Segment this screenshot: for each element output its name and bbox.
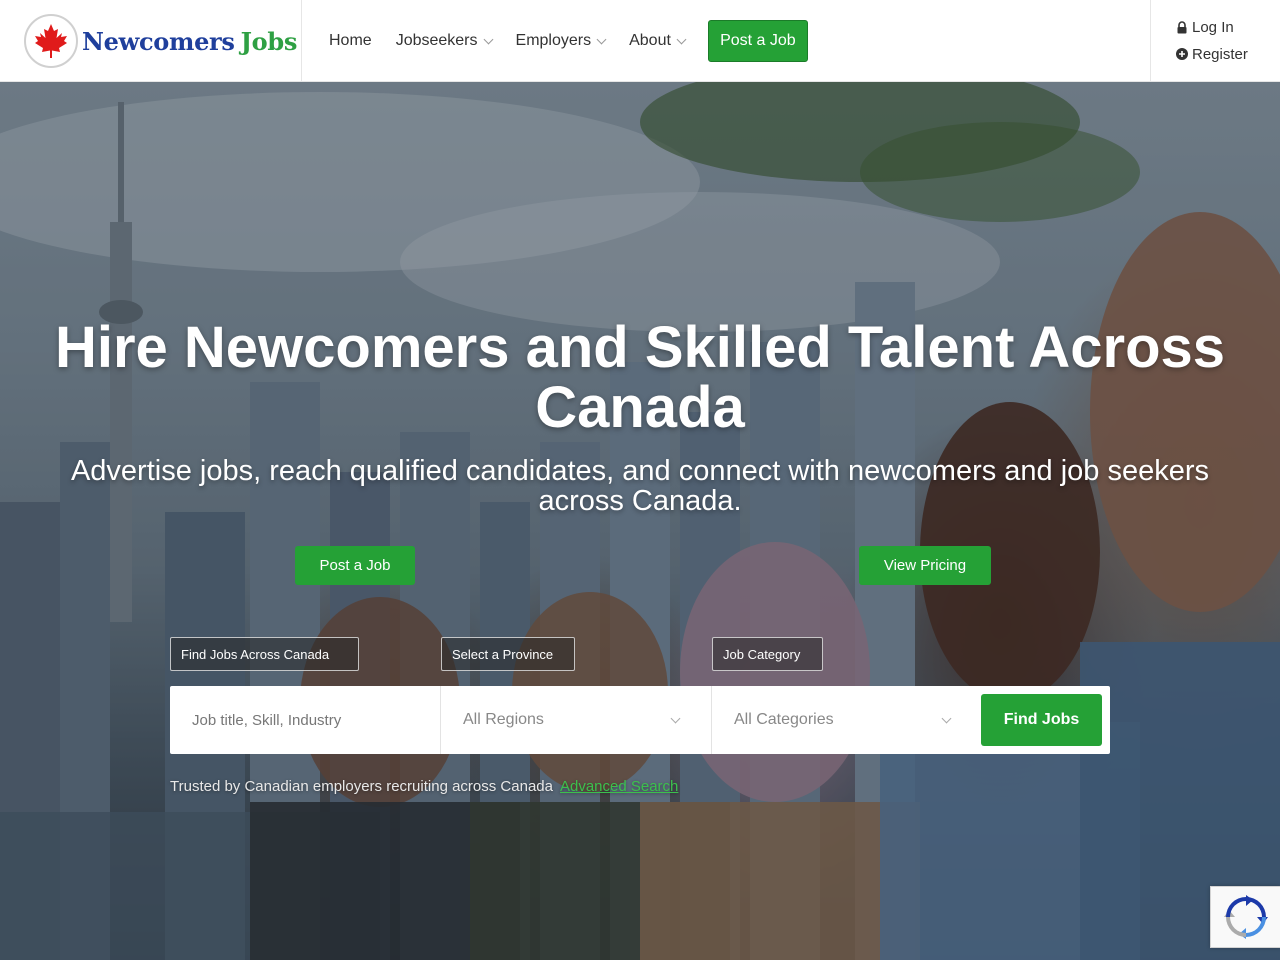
logo-name-blue: Newcomers <box>82 26 235 56</box>
site-header: Newcomers Jobs Home Jobseekers Employers … <box>0 0 1280 82</box>
login-link[interactable]: Log In <box>1176 17 1280 37</box>
auth-links: Log In Register <box>1150 0 1280 82</box>
chevron-down-icon <box>483 34 493 44</box>
view-pricing-button[interactable]: View Pricing <box>859 546 991 585</box>
chevron-down-icon <box>941 713 952 724</box>
recaptcha-icon <box>1223 895 1268 939</box>
nav-home-label: Home <box>329 32 372 49</box>
hero-section <box>0 82 1280 960</box>
nav-about[interactable]: About <box>629 32 687 50</box>
login-label: Log In <box>1192 18 1234 36</box>
region-select[interactable]: All Regions <box>441 686 712 754</box>
recaptcha-badge[interactable] <box>1210 886 1280 948</box>
tag-select-province: Select a Province <box>441 637 575 671</box>
category-select-value: All Categories <box>734 711 834 728</box>
keyword-input[interactable]: Job title, Skill, Industry <box>170 686 441 754</box>
hero-post-job-button[interactable]: Post a Job <box>295 546 415 585</box>
trusted-line: Trusted by Canadian employers recruiting… <box>170 778 678 795</box>
chevron-down-icon <box>676 34 687 44</box>
chevron-down-icon <box>596 34 607 44</box>
lock-icon <box>1176 20 1188 34</box>
region-select-value: All Regions <box>463 711 544 728</box>
nav-employers[interactable]: Employers <box>515 32 607 50</box>
logo-name-green: Jobs <box>240 26 298 56</box>
hero-subtitle: Advertise jobs, reach qualified candidat… <box>70 455 1210 517</box>
logo-text: Newcomers Jobs <box>82 27 297 56</box>
nav-post-job-button[interactable]: Post a Job <box>707 20 808 62</box>
maple-leaf-icon <box>24 14 78 68</box>
category-select[interactable]: All Categories <box>712 686 982 754</box>
register-label: Register <box>1192 45 1248 63</box>
tag-find-jobs: Find Jobs Across Canada <box>170 637 359 671</box>
nav-employers-label: Employers <box>515 32 592 49</box>
nav-about-label: About <box>629 32 671 49</box>
trusted-text: Trusted by Canadian employers recruiting… <box>170 778 553 795</box>
find-jobs-button[interactable]: Find Jobs <box>981 694 1102 746</box>
nav-jobseekers-label: Jobseekers <box>395 32 478 49</box>
hero-title: Hire Newcomers and Skilled Talent Across… <box>54 315 1226 440</box>
nav-jobseekers[interactable]: Jobseekers <box>395 32 493 50</box>
nav-home[interactable]: Home <box>329 32 372 50</box>
tag-job-category: Job Category <box>712 637 823 671</box>
main-nav: Home Jobseekers Employers About Post a J… <box>329 0 808 82</box>
hero-overlay <box>0 82 1280 960</box>
advanced-search-link[interactable]: Advanced Search <box>560 778 678 795</box>
register-link[interactable]: Register <box>1176 44 1280 64</box>
logo[interactable]: Newcomers Jobs <box>0 0 302 82</box>
plus-circle-icon <box>1176 47 1188 61</box>
chevron-down-icon <box>670 713 681 724</box>
job-search-bar: Job title, Skill, Industry All Regions A… <box>170 686 1110 754</box>
